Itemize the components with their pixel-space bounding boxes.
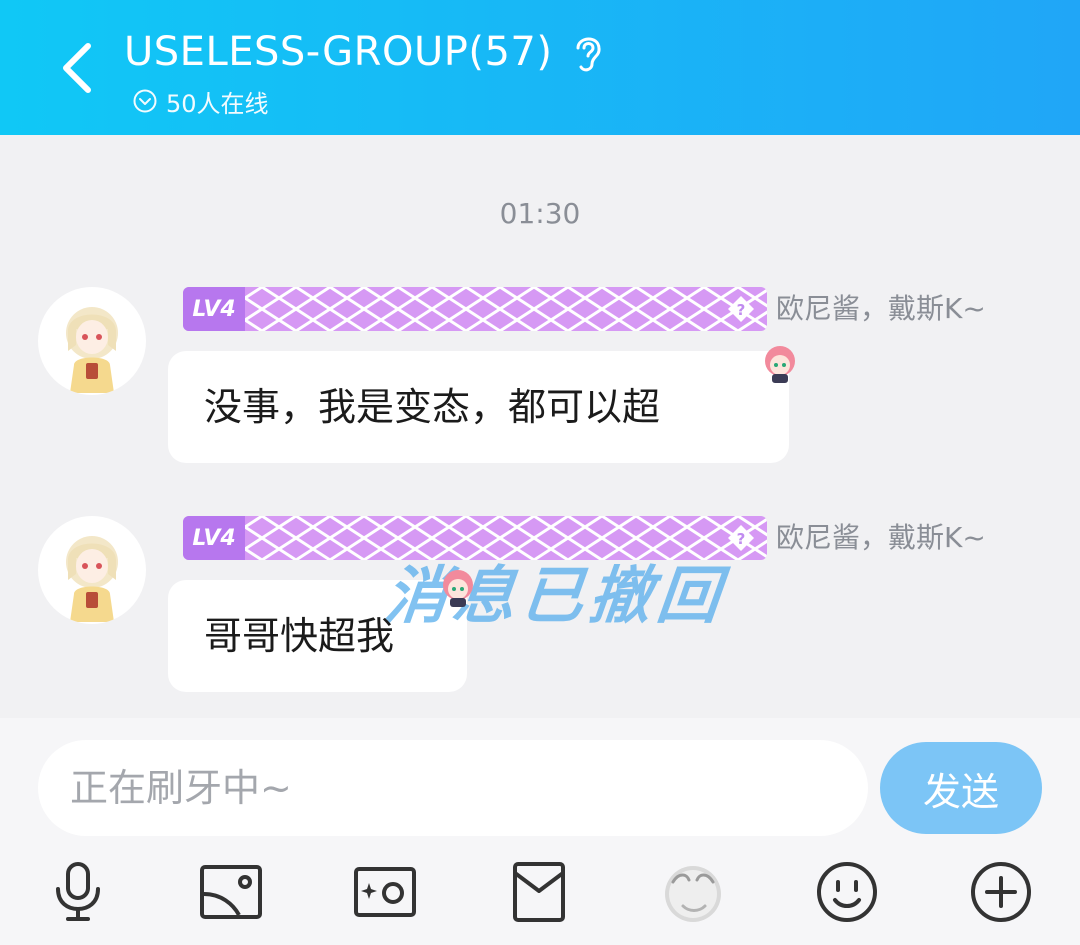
image-button[interactable] xyxy=(193,854,269,930)
online-status[interactable]: 50人在线 xyxy=(132,84,269,118)
badge-pattern xyxy=(245,287,767,331)
online-count: 50人在线 xyxy=(166,89,269,118)
svg-text:?: ? xyxy=(737,301,746,319)
chevron-down-circle-icon xyxy=(133,89,157,113)
sticker-button[interactable] xyxy=(655,854,731,930)
image-icon xyxy=(200,865,262,919)
message-input[interactable] xyxy=(38,740,868,836)
toolbar xyxy=(0,854,1080,930)
level-label: LV4 xyxy=(183,287,245,331)
header: USELESS-GROUP(57) 50人在线 xyxy=(0,0,1080,135)
camera-icon xyxy=(354,867,416,917)
microphone-icon xyxy=(56,862,100,921)
message-list[interactable]: 01:30 LV4 ? 欧尼酱，戴斯K~ 没事，我是变态，都可以超 LV4 ? … xyxy=(0,135,1080,718)
sender-nickname[interactable]: 欧尼酱，戴斯K~ xyxy=(776,287,986,331)
emoji-button[interactable] xyxy=(809,854,885,930)
message-bubble[interactable]: 没事，我是变态，都可以超 xyxy=(168,351,789,463)
chat-window: USELESS-GROUP(57) 50人在线 01:30 LV4 ? 欧尼酱，… xyxy=(0,0,1080,945)
level-label: LV4 xyxy=(183,516,245,560)
recalled-watermark: 消息已撤回 xyxy=(381,559,730,632)
avatar[interactable] xyxy=(38,516,146,624)
send-button[interactable]: 发送 xyxy=(880,742,1042,834)
pink-hair-sticker-icon xyxy=(765,346,795,383)
svg-text:?: ? xyxy=(737,530,746,548)
more-button[interactable] xyxy=(963,854,1039,930)
sticker-icon xyxy=(665,866,721,922)
level-badge: LV4 ? xyxy=(183,287,767,331)
input-area: 发送 xyxy=(0,718,1080,945)
timestamp: 01:30 xyxy=(499,197,581,230)
sender-nickname[interactable]: 欧尼酱，戴斯K~ xyxy=(776,516,986,560)
question-diamond-icon: ? xyxy=(728,525,754,551)
anime-girl-avatar xyxy=(66,536,118,622)
question-diamond-icon: ? xyxy=(728,296,754,322)
ear-icon[interactable] xyxy=(570,30,606,74)
emoji-icon xyxy=(817,862,877,922)
group-title[interactable]: USELESS-GROUP(57) xyxy=(124,29,552,75)
chevron-left-icon xyxy=(63,43,91,93)
voice-button[interactable] xyxy=(40,854,116,930)
pink-hair-sticker-icon xyxy=(443,570,473,607)
camera-button[interactable] xyxy=(347,854,423,930)
plus-icon xyxy=(971,862,1031,922)
back-button[interactable] xyxy=(48,38,108,98)
level-badge-row: LV4 ? xyxy=(183,287,767,331)
red-packet-button[interactable] xyxy=(501,854,577,930)
avatar[interactable] xyxy=(38,287,146,395)
title-row: USELESS-GROUP(57) xyxy=(124,24,606,80)
red-packet-icon xyxy=(513,862,565,922)
anime-girl-avatar xyxy=(66,307,118,393)
